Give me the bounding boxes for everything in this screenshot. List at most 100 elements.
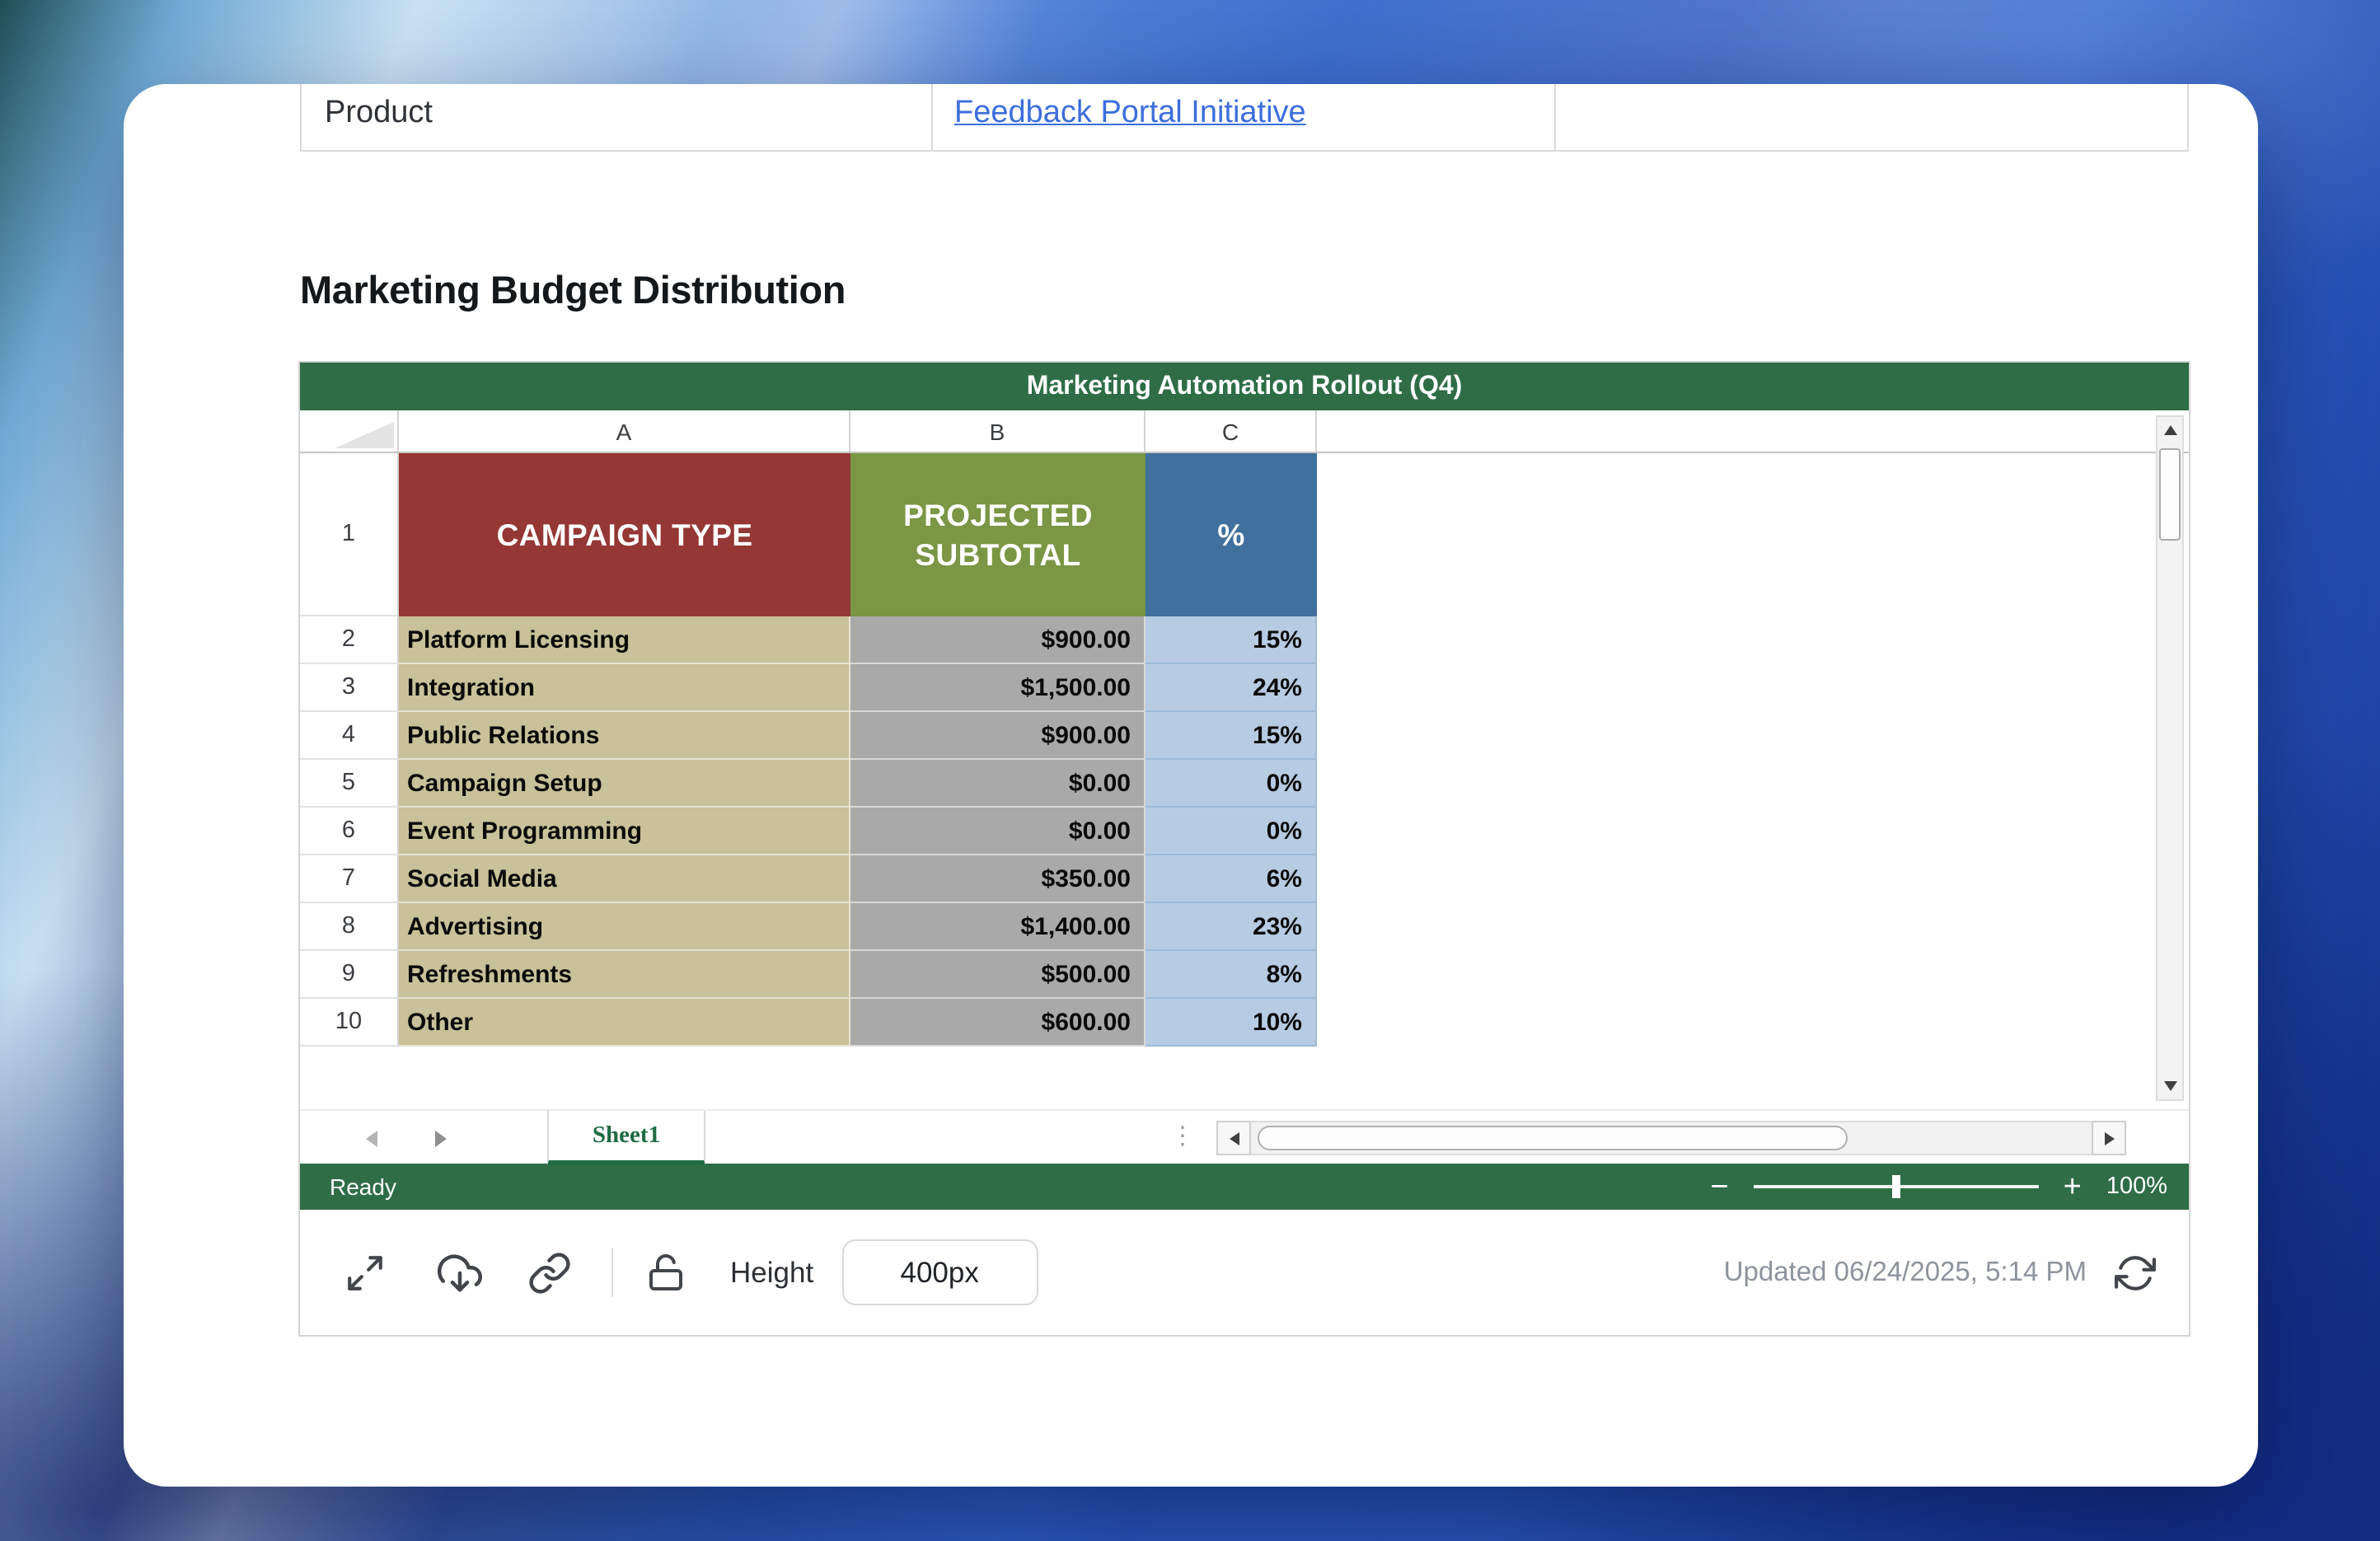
cell-subtotal[interactable]: $1,500.00: [850, 664, 1145, 712]
scroll-right-button[interactable]: [2092, 1121, 2126, 1155]
row-number[interactable]: 10: [300, 999, 399, 1047]
fullscreen-button[interactable]: [344, 1252, 386, 1293]
cloud-download-icon: [435, 1250, 485, 1295]
sheet-row: 10 Other $600.00 10%: [300, 999, 2189, 1047]
cell-percent[interactable]: 24%: [1145, 664, 1317, 712]
scroll-down-button[interactable]: [2157, 1073, 2182, 1099]
sheet-row: 2 Platform Licensing $900.00 15%: [300, 616, 2189, 664]
scroll-left-button[interactable]: [1216, 1121, 1251, 1155]
column-header-a[interactable]: A: [399, 410, 850, 452]
zoom-in-button[interactable]: +: [2064, 1171, 2082, 1202]
lock-button[interactable]: [646, 1253, 686, 1292]
row-number[interactable]: 2: [300, 616, 399, 664]
right-arrow-icon: [2104, 1131, 2114, 1145]
cell-percent[interactable]: 15%: [1145, 712, 1317, 760]
updated-timestamp: Updated 06/24/2025, 5:14 PM: [1724, 1257, 2087, 1288]
header-cell-percent[interactable]: %: [1145, 453, 1317, 616]
header-cell-projected-subtotal[interactable]: PROJECTED SUBTOTAL: [850, 453, 1145, 616]
property-value-cell: Feedback Portal Initiative: [933, 84, 1556, 152]
vertical-scrollbar[interactable]: [2156, 415, 2184, 1101]
cell-campaign-type[interactable]: Public Relations: [399, 712, 850, 760]
zoom-out-button[interactable]: −: [1710, 1171, 1728, 1202]
cell-campaign-type[interactable]: Integration: [399, 664, 850, 712]
cell-percent[interactable]: 8%: [1145, 951, 1317, 999]
vertical-scroll-thumb[interactable]: [2159, 448, 2181, 541]
download-button[interactable]: [435, 1250, 485, 1295]
zoom-slider[interactable]: [1754, 1185, 2039, 1188]
height-label: Height: [730, 1255, 813, 1290]
embed-toolbar: Height Updated 06/24/2025, 5:14 PM: [300, 1210, 2189, 1335]
column-header-filler: [1317, 410, 2189, 452]
zoom-controls: − + 100%: [1710, 1171, 2189, 1202]
header-cell-campaign-type[interactable]: CAMPAIGN TYPE: [399, 453, 850, 616]
cell-percent[interactable]: 15%: [1145, 616, 1317, 664]
left-arrow-icon: [1229, 1131, 1239, 1145]
refresh-button[interactable]: [2115, 1252, 2156, 1293]
row-filler: [1317, 712, 2189, 760]
row-filler: [1317, 453, 2189, 616]
column-header-row: A B C: [300, 410, 2189, 453]
cell-campaign-type[interactable]: Platform Licensing: [399, 616, 850, 664]
column-header-c[interactable]: C: [1145, 410, 1317, 452]
cell-percent[interactable]: 10%: [1145, 999, 1317, 1047]
cell-subtotal[interactable]: $1,400.00: [850, 903, 1145, 951]
copy-link-button[interactable]: [527, 1250, 572, 1295]
row-number[interactable]: 7: [300, 855, 399, 903]
horizontal-scroll-track[interactable]: [1251, 1121, 2092, 1155]
cell-subtotal[interactable]: $900.00: [850, 616, 1145, 664]
cell-campaign-type[interactable]: Event Programming: [399, 808, 850, 855]
cell-percent[interactable]: 0%: [1145, 808, 1317, 855]
row-filler: [1317, 951, 2189, 999]
sheet-tab[interactable]: Sheet1: [547, 1111, 705, 1165]
cell-subtotal[interactable]: $500.00: [850, 951, 1145, 999]
cell-campaign-type[interactable]: Refreshments: [399, 951, 850, 999]
expand-icon: [344, 1252, 386, 1293]
cell-percent[interactable]: 6%: [1145, 855, 1317, 903]
cell-campaign-type[interactable]: Campaign Setup: [399, 760, 850, 808]
row-number[interactable]: 9: [300, 951, 399, 999]
row-number[interactable]: 8: [300, 903, 399, 951]
property-value-link[interactable]: Feedback Portal Initiative: [954, 95, 1306, 131]
cell-percent[interactable]: 0%: [1145, 760, 1317, 808]
height-input[interactable]: [841, 1239, 1038, 1305]
cell-percent[interactable]: 23%: [1145, 903, 1317, 951]
scrollbar-divider[interactable]: ⋮: [1170, 1121, 1195, 1150]
sheet-row: 4 Public Relations $900.00 15%: [300, 712, 2189, 760]
sheet-tab-bar: Sheet1 ⋮: [300, 1109, 2189, 1164]
cell-campaign-type[interactable]: Social Media: [399, 855, 850, 903]
property-label-cell: Product: [300, 84, 933, 152]
properties-table-row: Product Feedback Portal Initiative: [300, 84, 2189, 152]
next-sheet-button[interactable]: [435, 1131, 447, 1147]
sheet-title-bar: Marketing Automation Rollout (Q4): [300, 363, 2189, 410]
spreadsheet-embed: Marketing Automation Rollout (Q4) A B C …: [298, 361, 2190, 1337]
cell-subtotal[interactable]: $0.00: [850, 760, 1145, 808]
sheet-row: 3 Integration $1,500.00 24%: [300, 664, 2189, 712]
page-card: Product Feedback Portal Initiative Marke…: [124, 84, 2258, 1487]
cell-subtotal[interactable]: $350.00: [850, 855, 1145, 903]
row-number[interactable]: 6: [300, 808, 399, 855]
sheet-area: A B C 1 CAMPAIGN TYPE PROJECTED SUBTOTAL…: [300, 410, 2189, 1109]
select-all-corner[interactable]: [300, 410, 399, 452]
prev-sheet-button[interactable]: [366, 1131, 377, 1147]
cell-subtotal[interactable]: $900.00: [850, 712, 1145, 760]
zoom-slider-thumb[interactable]: [1892, 1175, 1900, 1198]
down-arrow-icon: [2163, 1081, 2176, 1091]
row-number[interactable]: 3: [300, 664, 399, 712]
scroll-up-button[interactable]: [2157, 417, 2182, 443]
cell-subtotal[interactable]: $600.00: [850, 999, 1145, 1047]
row-number[interactable]: 5: [300, 760, 399, 808]
sheet-rows: 2 Platform Licensing $900.00 15% 3 Integ…: [300, 616, 2189, 1047]
cell-campaign-type[interactable]: Advertising: [399, 903, 850, 951]
horizontal-scroll-thumb[interactable]: [1258, 1126, 1848, 1150]
row-number[interactable]: 1: [300, 453, 399, 616]
column-header-b[interactable]: B: [850, 410, 1145, 452]
row-number[interactable]: 4: [300, 712, 399, 760]
horizontal-scrollbar[interactable]: [1216, 1121, 2126, 1155]
cell-campaign-type[interactable]: Other: [399, 999, 850, 1047]
cell-subtotal[interactable]: $0.00: [850, 808, 1145, 855]
sheet-row: 8 Advertising $1,400.00 23%: [300, 903, 2189, 951]
refresh-icon: [2115, 1252, 2156, 1293]
status-bar: Ready − + 100%: [300, 1164, 2189, 1210]
sheet-row: 9 Refreshments $500.00 8%: [300, 951, 2189, 999]
sheet-row: 5 Campaign Setup $0.00 0%: [300, 760, 2189, 808]
